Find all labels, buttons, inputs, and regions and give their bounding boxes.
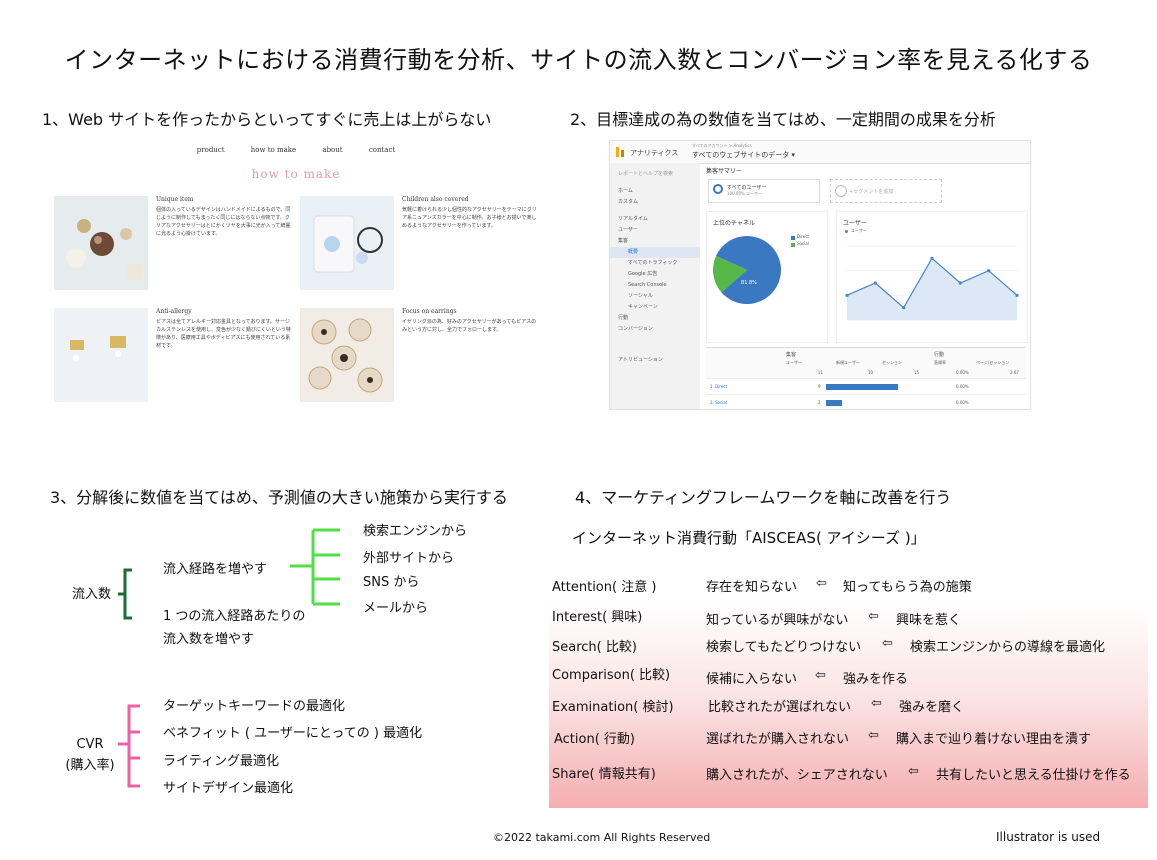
aisceas-stage: Examination( 検討)	[552, 700, 674, 715]
aisceas-action: 知ってもらう為の施策	[843, 580, 972, 595]
aisceas-problem: 購入されたが、シェアされない	[706, 768, 888, 783]
aisceas-stage: Share( 情報共有)	[552, 767, 656, 782]
aisceas-action: 購入まで辿り着けない理由を潰す	[896, 732, 1092, 747]
aisceas-stage: Action( 行動)	[554, 732, 635, 747]
left-arrow-icon: ⇦	[908, 764, 919, 779]
aisceas-action: 強みを磨く	[899, 700, 965, 715]
aisceas-stage: Search( 比較)	[552, 640, 637, 655]
aisceas-stage: Attention( 注意 )	[552, 580, 657, 595]
left-arrow-icon: ⇦	[871, 696, 882, 711]
copyright: ©2022 takami.com All Rights Reserved	[493, 831, 711, 844]
left-arrow-icon: ⇦	[868, 609, 879, 624]
aisceas-problem: 存在を知らない	[706, 580, 798, 595]
aisceas-action: 検索エンジンからの導線を最適化	[910, 640, 1106, 655]
left-arrow-icon: ⇦	[882, 636, 893, 651]
aisceas-action: 共有したいと思える仕掛けを作る	[936, 768, 1131, 783]
left-arrow-icon: ⇦	[815, 668, 826, 683]
aisceas-stage: Interest( 興味)	[552, 610, 643, 625]
aisceas-problem: 知っているが興味がない	[706, 613, 849, 628]
aisceas-problem: 候補に入らない	[706, 672, 798, 687]
aisceas-problem: 選ばれたが購入されない	[706, 732, 850, 747]
aisceas-problem: 検索してもたどりつけない	[706, 640, 862, 655]
left-arrow-icon: ⇦	[816, 576, 827, 591]
aisceas-action: 興味を惹く	[896, 613, 962, 628]
aisceas-rows: Attention( 注意 ) 存在を知らない ⇦ 知ってもらう為の施策 Int…	[0, 0, 1157, 860]
left-arrow-icon: ⇦	[868, 728, 879, 743]
aisceas-stage: Comparison( 比較)	[552, 668, 671, 683]
aisceas-problem: 比較されたが選ばれない	[708, 700, 852, 715]
illustrator-note: Illustrator is used	[996, 830, 1101, 844]
aisceas-action: 強みを作る	[843, 672, 909, 687]
